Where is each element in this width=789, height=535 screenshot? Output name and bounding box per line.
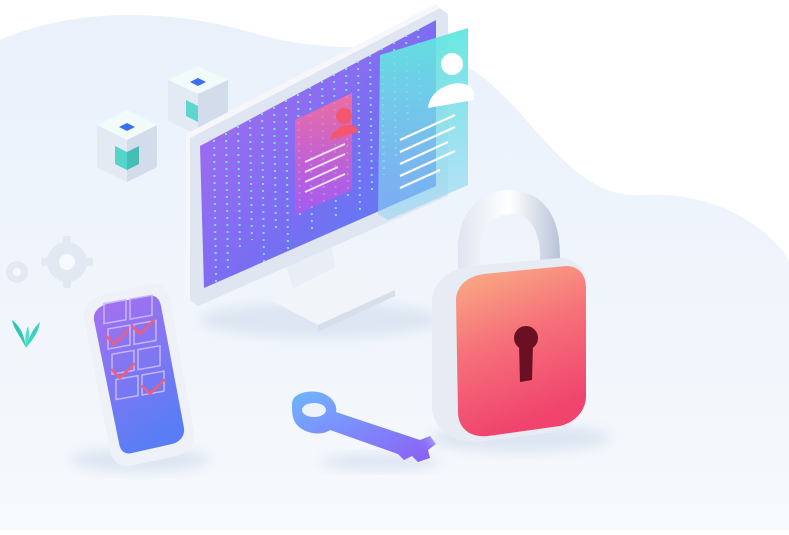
gear-icon [6, 261, 28, 283]
server-cube-icon [97, 110, 157, 182]
security-illustration-scene [0, 0, 789, 535]
security-illustration [0, 4, 789, 530]
